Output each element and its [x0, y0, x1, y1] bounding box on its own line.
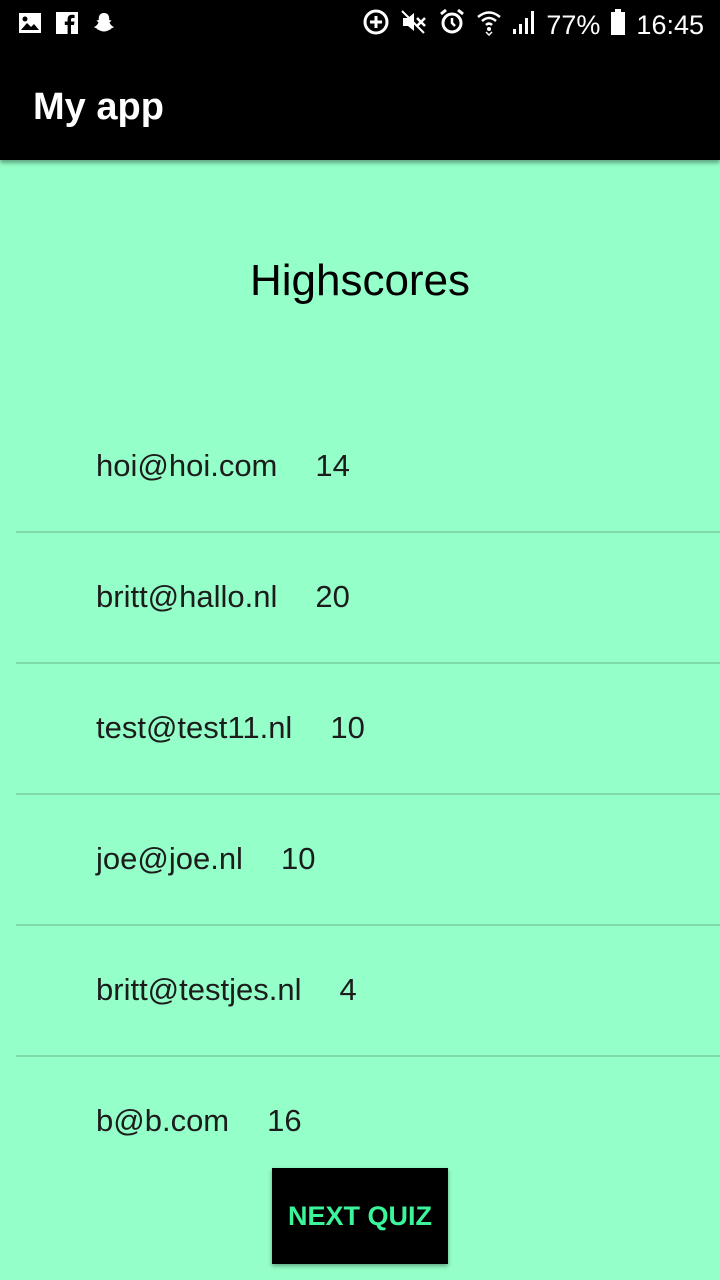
score-email: hoi@hoi.com — [96, 448, 278, 483]
app-title: My app — [33, 86, 164, 128]
clock: 16:45 — [636, 10, 704, 40]
score-email: britt@testjes.nl — [96, 972, 302, 1007]
list-item[interactable]: britt@testjes.nl 4 — [16, 926, 720, 1057]
highscore-list[interactable]: hoi@hoi.com 14 britt@hallo.nl 20 test@test… — [16, 402, 720, 1186]
battery-percent: 77% — [546, 10, 601, 40]
snapchat-icon — [92, 12, 116, 39]
page-title: Highscores — [249, 256, 471, 305]
wifi-icon — [476, 8, 502, 43]
notification-icons — [18, 12, 116, 39]
status-bar: 77% 16:45 — [0, 0, 720, 50]
score-value: 10 — [330, 710, 365, 745]
score-email: test@test11.nl — [96, 710, 293, 745]
score-email: b@b.com — [96, 1103, 230, 1138]
score-email: joe@joe.nl — [96, 841, 243, 876]
score-value: 10 — [280, 841, 316, 876]
list-item[interactable]: britt@hallo.nl 20 — [16, 533, 720, 664]
gallery-icon — [18, 12, 42, 39]
list-item[interactable]: joe@joe.nl 10 — [16, 795, 720, 926]
list-item[interactable]: hoi@hoi.com 14 — [16, 402, 720, 533]
score-value: 16 — [267, 1103, 302, 1138]
data-saver-icon — [362, 8, 390, 43]
score-value: 14 — [315, 448, 350, 483]
score-value: 4 — [339, 972, 357, 1007]
alarm-icon — [438, 8, 466, 43]
mute-icon — [400, 8, 428, 43]
facebook-icon — [56, 12, 78, 39]
score-value: 20 — [315, 579, 350, 614]
list-item[interactable]: b@b.com 16 — [16, 1057, 720, 1186]
next-quiz-button[interactable]: NEXT QUIZ — [272, 1168, 448, 1264]
battery-icon — [610, 8, 626, 43]
signal-icon — [512, 9, 536, 42]
system-status: 77% 16:45 — [362, 8, 704, 43]
app-bar: My app — [0, 50, 720, 160]
score-email: britt@hallo.nl — [96, 579, 278, 614]
list-item[interactable]: test@test11.nl 10 — [16, 664, 720, 795]
